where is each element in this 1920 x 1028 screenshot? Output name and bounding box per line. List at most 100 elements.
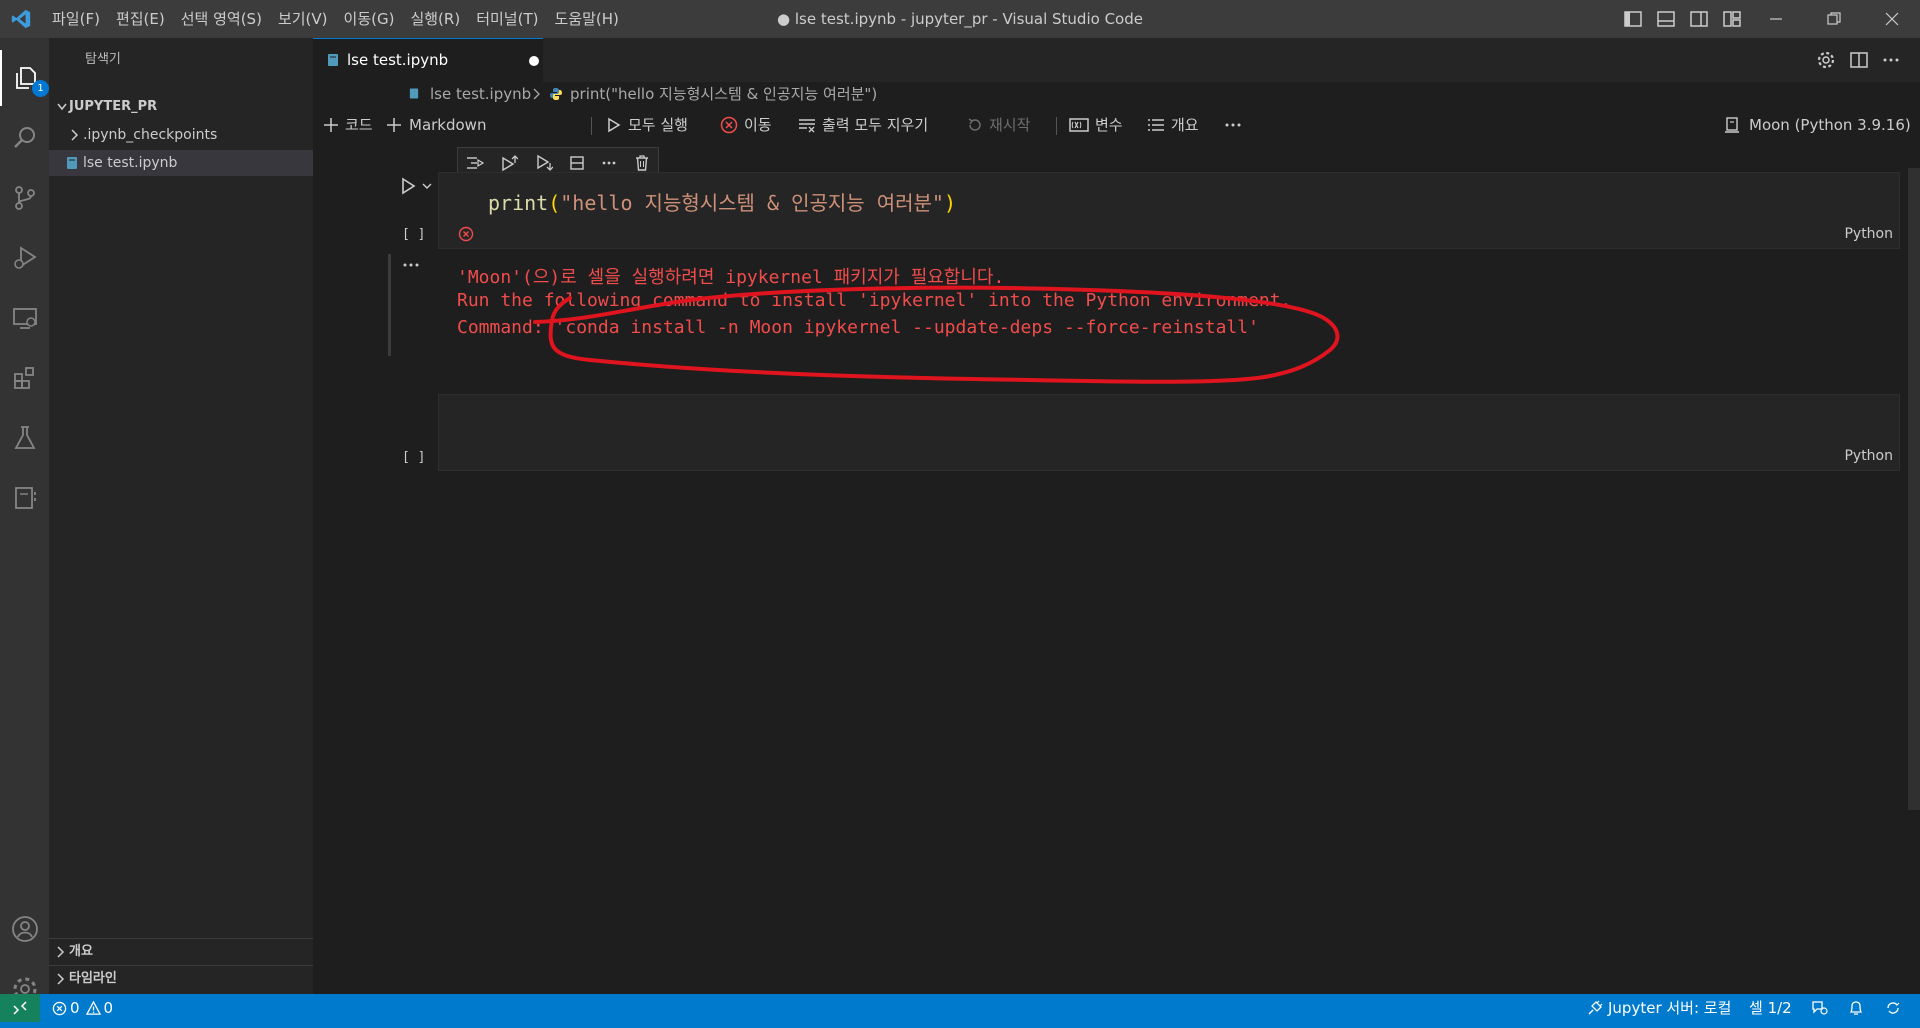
cell2-execution-count: [ ] xyxy=(402,450,426,465)
list-icon xyxy=(1148,119,1164,131)
jupyter-server-status[interactable]: Jupyter 서버: 로컬 xyxy=(1587,994,1731,1022)
testing-icon[interactable] xyxy=(0,410,49,466)
output-more-actions-icon[interactable] xyxy=(402,260,420,270)
split-editor-icon[interactable] xyxy=(1849,50,1869,70)
accounts-icon[interactable] xyxy=(0,901,49,957)
menu-terminal[interactable]: 터미널(T) xyxy=(468,0,546,38)
problems-indicator[interactable]: 0 0 xyxy=(52,994,113,1022)
tree-item-ipynb-checkpoints[interactable]: .ipynb_checkpoints xyxy=(49,122,313,148)
more-actions-icon[interactable] xyxy=(601,155,617,171)
restart-button[interactable]: 재시작 xyxy=(967,106,1030,144)
toggle-panel-icon[interactable] xyxy=(1656,9,1676,29)
menu-run[interactable]: 실행(R) xyxy=(402,0,468,38)
chevron-right-icon xyxy=(53,939,67,965)
toggle-secondary-sidebar-icon[interactable] xyxy=(1689,9,1709,29)
menu-help[interactable]: 도움말(H) xyxy=(546,0,626,38)
variables-icon xyxy=(1069,118,1089,132)
cell1-code[interactable]: print("hello 지능형시스템 & 인공지능 여러분") xyxy=(488,187,956,216)
cell-position[interactable]: 셀 1/2 xyxy=(1749,994,1792,1022)
tree-item-lse-test-ipynb[interactable]: lse test.ipynb xyxy=(49,150,313,176)
breadcrumb-cell[interactable]: print("hello 지능형시스템 & 인공지능 여러분") xyxy=(570,82,877,106)
menu-edit[interactable]: 편집(E) xyxy=(108,0,173,38)
explorer-badge: 1 xyxy=(32,80,49,97)
more-actions-icon[interactable] xyxy=(1223,106,1243,144)
kernel-picker[interactable]: Moon (Python 3.9.16) xyxy=(1723,106,1911,144)
add-markdown-label: Markdown xyxy=(409,116,487,134)
menu-view[interactable]: 보기(V) xyxy=(270,0,336,38)
menu-selection[interactable]: 선택 영역(S) xyxy=(173,0,270,38)
vertical-scrollbar[interactable] xyxy=(1908,168,1920,810)
toolbar-separator xyxy=(1056,117,1057,135)
clear-outputs-icon xyxy=(799,119,815,133)
chevron-down-icon[interactable] xyxy=(421,178,433,194)
run-cell-and-above-icon[interactable] xyxy=(500,154,519,172)
kernel-icon xyxy=(1725,117,1739,133)
python-icon xyxy=(549,87,563,101)
feedback-icon[interactable] xyxy=(1811,994,1829,1022)
editor-tabs: lse test.ipynb xyxy=(313,38,1920,82)
section-timeline[interactable]: 타임라인 xyxy=(49,965,313,992)
chevron-right-icon xyxy=(67,122,81,148)
add-code-cell-button[interactable]: 코드 xyxy=(323,106,373,144)
code-cell-2[interactable]: Python xyxy=(438,394,1900,471)
menu-bar: 파일(F) 편집(E) 선택 영역(S) 보기(V) 이동(G) 실행(R) 터… xyxy=(44,0,627,38)
section-label: 개요 xyxy=(69,944,93,959)
jupyter-icon[interactable] xyxy=(0,470,49,526)
delete-cell-trash-icon[interactable] xyxy=(634,155,650,171)
run-debug-icon[interactable] xyxy=(0,230,49,286)
error-count: 0 xyxy=(70,999,80,1017)
warning-icon xyxy=(85,1000,101,1015)
menu-file[interactable]: 파일(F) xyxy=(44,0,108,38)
clear-all-outputs-button[interactable]: 출력 모두 지우기 xyxy=(798,106,928,144)
notifications-bell-icon[interactable] xyxy=(1848,994,1864,1022)
code-cell-1[interactable]: print("hello 지능형시스템 & 인공지능 여러분") Python xyxy=(438,172,1900,249)
toggle-sidebar-icon[interactable] xyxy=(1623,9,1643,29)
folder-root[interactable]: JUPYTER_PR xyxy=(49,94,313,120)
remote-indicator-icon[interactable] xyxy=(0,994,40,1022)
sidebar-title: 탐색기 xyxy=(85,52,121,67)
plug-icon xyxy=(1588,1000,1603,1015)
more-actions-icon[interactable] xyxy=(1881,50,1901,70)
cell2-language[interactable]: Python xyxy=(1844,448,1893,464)
output-collapse-bar[interactable] xyxy=(388,254,391,356)
activity-bar: 1 xyxy=(0,38,49,1001)
copilot-sync-icon[interactable] xyxy=(1884,994,1902,1022)
warning-count: 0 xyxy=(103,999,114,1017)
run-all-label: 모두 실행 xyxy=(628,116,688,134)
restore-icon[interactable] xyxy=(1811,0,1857,38)
extensions-icon[interactable] xyxy=(0,350,49,406)
source-control-icon[interactable] xyxy=(0,170,49,226)
add-markdown-cell-button[interactable]: Markdown xyxy=(386,106,486,144)
cell1-language[interactable]: Python xyxy=(1844,226,1893,242)
close-icon[interactable] xyxy=(1869,0,1915,38)
restart-label: 재시작 xyxy=(989,116,1031,134)
run-cell-and-below-icon[interactable] xyxy=(535,154,553,172)
run-all-button[interactable]: 모두 실행 xyxy=(606,106,688,144)
unsaved-dot-icon[interactable] xyxy=(529,56,539,66)
notebook-toolbar: 코드 Markdown 모두 실행 이동 출력 모두 지우기 재시작 변수 개요… xyxy=(313,106,1920,144)
variables-button[interactable]: 변수 xyxy=(1069,106,1123,144)
menu-go[interactable]: 이동(G) xyxy=(336,0,403,38)
cell1-execution-count: [ ] xyxy=(402,227,426,242)
breadcrumb-file[interactable]: lse test.ipynb xyxy=(430,82,531,106)
customize-layout-icon[interactable] xyxy=(1722,9,1742,29)
code-string: "hello 지능형시스템 & 인공지능 여러분" xyxy=(560,191,944,215)
minimize-icon[interactable] xyxy=(1753,0,1799,38)
tab-lse-test-ipynb[interactable]: lse test.ipynb xyxy=(313,38,543,82)
remote-explorer-icon[interactable] xyxy=(0,290,49,346)
notebook-settings-gear-icon[interactable] xyxy=(1816,50,1836,70)
search-icon[interactable] xyxy=(0,110,49,166)
execute-above-icon[interactable] xyxy=(466,155,485,171)
jupyter-server-label: Jupyter 서버: 로컬 xyxy=(1608,999,1732,1017)
vscode-logo-icon xyxy=(10,8,32,30)
run-cell-icon[interactable] xyxy=(400,177,416,195)
notebook-file-icon xyxy=(409,87,419,100)
section-outline[interactable]: 개요 xyxy=(49,938,313,965)
folder-name: JUPYTER_PR xyxy=(69,99,158,114)
outline-button[interactable]: 개요 xyxy=(1147,106,1199,144)
explorer-icon[interactable]: 1 xyxy=(0,50,49,106)
goto-button[interactable]: 이동 xyxy=(720,106,772,144)
goto-label: 이동 xyxy=(744,116,772,134)
split-cell-icon[interactable] xyxy=(569,155,585,171)
outline-label: 개요 xyxy=(1171,116,1199,134)
